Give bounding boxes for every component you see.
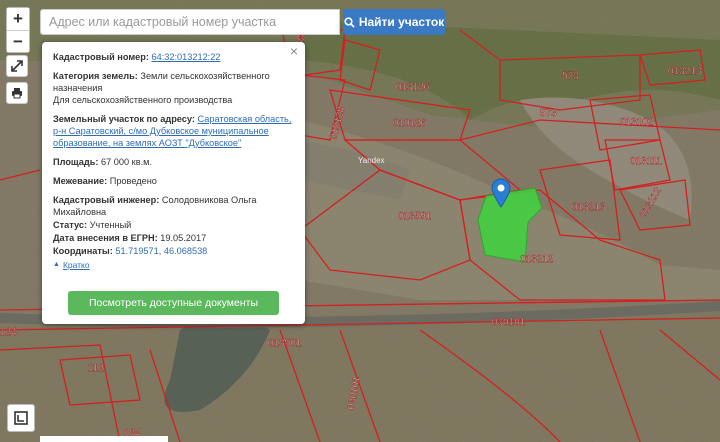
collapse-toggle[interactable]: ▲ Кратко [53,259,295,271]
survey-row: Межевание: Проведено [53,175,295,187]
triangle-up-icon: ▲ [53,261,60,268]
area-value: 67 000 кв.м. [101,157,152,167]
expand-icon [11,60,23,72]
collapse-label: Кратко [62,260,90,270]
egrn-date-value: 19.05.2017 [160,233,207,243]
layers-button[interactable] [7,404,35,432]
svg-text:013102: 013102 [620,117,654,128]
view-documents-button[interactable]: Посмотреть доступные документы [68,291,279,315]
svg-text:013126: 013126 [396,82,430,93]
land-category-row: Категория земель: Земли сельскохозяйстве… [53,70,295,106]
survey-value: Проведено [109,176,157,186]
status-row: Статус: Учтенный [53,219,295,231]
address-row: Земельный участок по адресу: Саратовская… [53,113,295,149]
svg-text:030101: 030101 [492,317,526,328]
print-button[interactable] [6,82,28,104]
svg-text:013213: 013213 [668,66,702,77]
coords-value: 51.719571, 46.068538 [115,246,208,256]
engineer-label: Кадастровый инженер: [53,195,160,205]
svg-text:124: 124 [0,327,17,338]
location-pin-icon[interactable] [491,178,511,208]
area-row: Площадь: 67 000 кв.м. [53,156,295,168]
land-category-label: Категория земель: [53,71,138,81]
printer-icon [12,88,22,99]
svg-text:573: 573 [540,108,557,119]
cadastral-number-row: Кадастровый номер: 64:32:013212:22 [53,51,295,63]
svg-text:112: 112 [88,363,104,374]
svg-text:573: 573 [562,71,579,82]
svg-text:010126: 010126 [393,118,427,129]
land-category-purpose: Для сельскохозяйственного производства [53,95,233,105]
coords-label: Координаты: [53,246,113,256]
svg-text:013591: 013591 [398,211,432,222]
close-icon[interactable]: × [290,44,298,58]
search-input[interactable] [40,9,340,35]
zoom-out-button[interactable]: − [7,30,29,52]
address-label: Земельный участок по адресу: [53,114,195,124]
svg-text:013111: 013111 [630,156,662,167]
svg-text:013501: 013501 [268,338,302,349]
svg-text:013213: 013213 [572,202,606,213]
fullscreen-button[interactable] [6,55,28,77]
status-label: Статус: [53,220,88,230]
bottom-panel [40,436,168,442]
svg-text:013212: 013212 [520,254,554,265]
area-label: Площадь: [53,157,99,167]
zoom-in-button[interactable]: + [7,8,29,30]
coords-row: Координаты: 51.719571, 46.068538 [53,245,295,257]
layers-icon [14,411,28,425]
find-parcel-label: Найти участок [358,15,445,29]
egrn-date-label: Дата внесения в ЕГРН: [53,233,158,243]
map-watermark: Yandex [358,156,385,165]
cadastral-number-link[interactable]: 64:32:013212:22 [151,52,220,62]
parcel-info-popup: × Кадастровый номер: 64:32:013212:22 Кат… [42,42,305,324]
status-value: Учтенный [89,220,132,230]
cadastral-number-label: Кадастровый номер: [53,52,149,62]
zoom-controls: + − [6,7,30,53]
find-parcel-button[interactable]: Найти участок [343,9,445,35]
engineer-row: Кадастровый инженер: Солодовникова Ольга… [53,194,295,218]
search-icon [344,16,355,28]
egrn-date-row: Дата внесения в ЕГРН: 19.05.2017 [53,232,295,244]
survey-label: Межевание: [53,176,108,186]
